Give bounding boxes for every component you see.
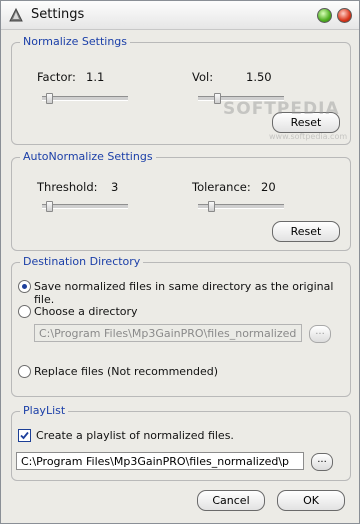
choose-directory-label[interactable]: Choose a directory: [34, 305, 138, 318]
app-icon: [8, 7, 24, 23]
destination-browse-button: ...: [309, 325, 331, 343]
minimize-button[interactable]: [317, 8, 332, 23]
vol-label: Vol:: [192, 70, 214, 84]
vol-slider-thumb[interactable]: [214, 93, 221, 104]
close-button[interactable]: [337, 8, 352, 23]
cancel-button[interactable]: Cancel: [197, 490, 265, 511]
save-same-directory-label[interactable]: Save normalized files in same directory …: [34, 280, 350, 306]
autonormalize-reset-button[interactable]: Reset: [272, 221, 340, 242]
radio-save-same-directory[interactable]: [18, 280, 31, 293]
tolerance-slider-thumb[interactable]: [207, 201, 215, 212]
watermark-url: www.softpedia.com: [269, 132, 348, 141]
tolerance-label: Tolerance:: [192, 180, 251, 194]
radio-replace-files[interactable]: [18, 365, 31, 378]
autonormalize-settings-group: AutoNormalize Settings Threshold: 3 Tole…: [11, 150, 351, 251]
autonormalize-settings-title: AutoNormalize Settings: [20, 150, 156, 163]
factor-slider-track[interactable]: [42, 96, 128, 101]
destination-directory-group: Destination Directory Save normalized fi…: [11, 255, 351, 397]
playlist-group: PlayList Create a playlist of normalized…: [11, 404, 351, 481]
title-bar[interactable]: Settings: [1, 1, 359, 30]
playlist-path-field[interactable]: C:\Program Files\Mp3GainPRO\files_normal…: [16, 452, 304, 470]
watermark-brand: SOFTPEDIA: [223, 99, 340, 119]
checkmark-icon: [20, 431, 29, 440]
factor-label: Factor:: [37, 70, 76, 84]
factor-value: 1.1: [86, 70, 105, 84]
vol-value: 1.50: [246, 70, 272, 84]
normalize-settings-title: Normalize Settings: [20, 35, 131, 48]
threshold-label: Threshold:: [37, 180, 98, 194]
replace-files-label[interactable]: Replace files (Not recommended): [34, 365, 218, 378]
create-playlist-label[interactable]: Create a playlist of normalized files.: [36, 429, 234, 442]
radio-choose-directory[interactable]: [18, 305, 31, 318]
threshold-value: 3: [111, 180, 119, 194]
threshold-slider-thumb[interactable]: [46, 201, 53, 212]
destination-directory-title: Destination Directory: [20, 255, 144, 268]
create-playlist-checkbox[interactable]: [18, 429, 31, 442]
ok-button[interactable]: OK: [277, 490, 345, 511]
tolerance-value: 20: [261, 180, 276, 194]
destination-directory-field: C:\Program Files\Mp3GainPRO\files_normal…: [34, 324, 302, 342]
window-title: Settings: [31, 7, 85, 22]
factor-slider-thumb[interactable]: [46, 93, 53, 104]
playlist-browse-button[interactable]: ...: [311, 453, 333, 471]
threshold-slider-track[interactable]: [42, 204, 128, 209]
normalize-settings-group: Normalize Settings Factor: 1.1 Vol: 1.50…: [11, 35, 351, 145]
settings-window: Settings Normalize Settings Factor: 1.1 …: [0, 0, 360, 524]
playlist-title: PlayList: [20, 404, 69, 417]
